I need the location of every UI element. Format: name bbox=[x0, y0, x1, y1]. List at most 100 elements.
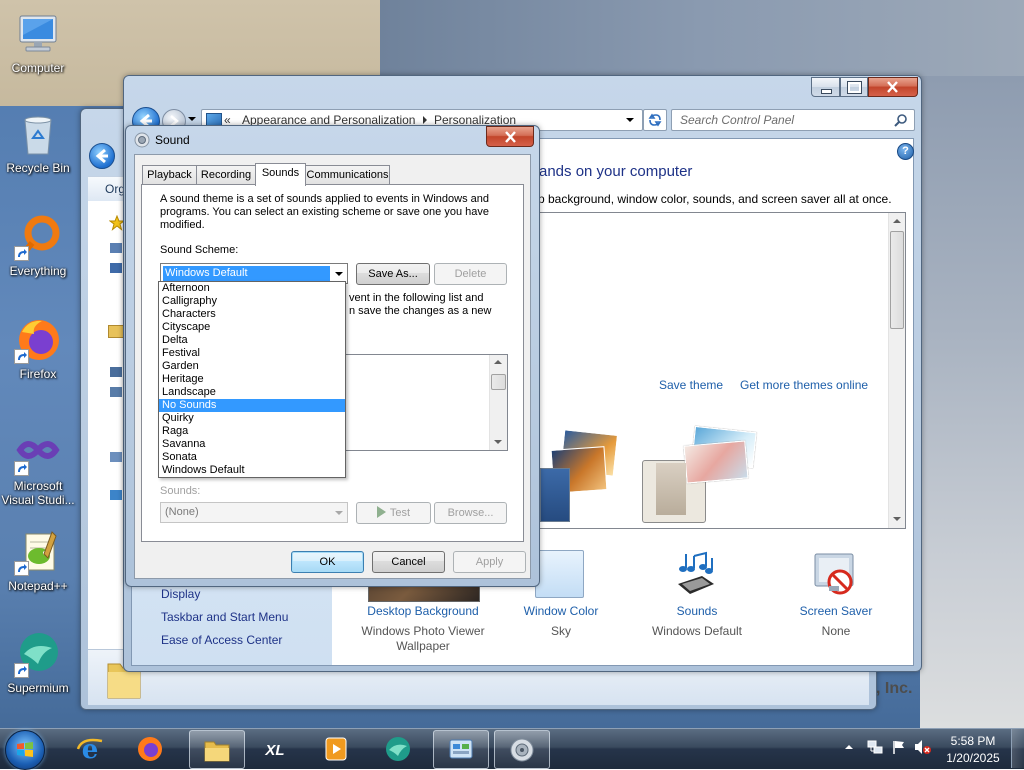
theme-list[interactable]: Save theme Get more themes online bbox=[537, 212, 906, 529]
scheme-option[interactable]: Savanna bbox=[159, 438, 345, 451]
wallpaper-region bbox=[380, 0, 1024, 76]
maximize-button[interactable] bbox=[840, 77, 868, 97]
see-also-display-link[interactable]: Display bbox=[161, 587, 200, 601]
apply-button[interactable]: Apply bbox=[453, 551, 526, 573]
desktop-icon-firefox[interactable]: Firefox bbox=[0, 316, 76, 381]
scroll-up-icon[interactable] bbox=[494, 360, 502, 364]
recent-pages-dropdown[interactable] bbox=[188, 117, 196, 121]
taskbar-file-explorer[interactable] bbox=[189, 730, 245, 769]
taskbar-sound[interactable] bbox=[494, 730, 550, 769]
network-icon[interactable] bbox=[867, 739, 883, 755]
scheme-option[interactable]: Calligraphy bbox=[159, 295, 345, 308]
scheme-option[interactable]: Cityscape bbox=[159, 321, 345, 334]
taskbar-xl-app[interactable]: XL bbox=[248, 730, 302, 767]
help-icon[interactable]: ? bbox=[897, 143, 914, 160]
library-item-icon[interactable] bbox=[110, 387, 122, 397]
scheme-option[interactable]: Raga bbox=[159, 425, 345, 438]
scrollbar-thumb[interactable] bbox=[890, 231, 904, 329]
scheme-option[interactable]: Windows Default bbox=[159, 464, 345, 477]
see-also-ease-of-access-link[interactable]: Ease of Access Center bbox=[161, 633, 282, 647]
start-button[interactable] bbox=[5, 730, 45, 770]
save-theme-link[interactable]: Save theme bbox=[659, 378, 723, 392]
scheme-option[interactable]: Garden bbox=[159, 360, 345, 373]
address-history-dropdown[interactable] bbox=[626, 118, 634, 122]
get-more-themes-link[interactable]: Get more themes online bbox=[740, 378, 868, 392]
tab-recording[interactable]: Recording bbox=[196, 165, 256, 185]
scheme-option[interactable]: Sonata bbox=[159, 451, 345, 464]
network-nav-icon[interactable] bbox=[110, 490, 122, 500]
scroll-down-icon[interactable] bbox=[494, 440, 502, 444]
scroll-down-icon[interactable] bbox=[893, 517, 901, 521]
sound-scheme-options-list[interactable]: Afternoon Calligraphy Characters Citysca… bbox=[158, 281, 346, 478]
window-color-icon[interactable] bbox=[535, 550, 584, 598]
scheme-option[interactable]: Afternoon bbox=[159, 282, 345, 295]
search-icon[interactable] bbox=[894, 113, 908, 127]
search-input[interactable]: Search Control Panel bbox=[680, 113, 794, 127]
desktop-icon-visual-studio[interactable]: Microsoft Visual Studi... bbox=[0, 428, 76, 507]
taskbar-firefox[interactable] bbox=[123, 730, 177, 767]
chevron-right-icon[interactable] bbox=[423, 116, 427, 124]
scheme-option[interactable]: Landscape bbox=[159, 386, 345, 399]
taskbar-media-player[interactable] bbox=[309, 730, 363, 767]
action-center-flag-icon[interactable] bbox=[891, 739, 907, 755]
desktop-nav-icon[interactable] bbox=[110, 243, 122, 253]
tab-playback[interactable]: Playback bbox=[142, 165, 197, 185]
minimize-button[interactable] bbox=[811, 77, 840, 97]
theme-thumbnail[interactable] bbox=[540, 428, 622, 524]
close-icon bbox=[887, 81, 898, 93]
computer-nav-icon[interactable] bbox=[110, 452, 122, 462]
cancel-button[interactable]: Cancel bbox=[372, 551, 445, 573]
refresh-button[interactable] bbox=[643, 109, 667, 131]
taskbar-supermium[interactable] bbox=[371, 730, 425, 767]
scheme-option[interactable]: Heritage bbox=[159, 373, 345, 386]
desktop-icon-everything[interactable]: Everything bbox=[0, 213, 76, 278]
show-desktop-button[interactable] bbox=[1011, 729, 1024, 768]
scheme-option[interactable]: Quirky bbox=[159, 412, 345, 425]
desktop-icon-recycle-bin[interactable]: Recycle Bin bbox=[0, 110, 76, 175]
ok-button[interactable]: OK bbox=[291, 551, 364, 573]
sounds-icon[interactable] bbox=[672, 550, 722, 600]
screen-saver-link[interactable]: Screen Saver bbox=[766, 604, 906, 618]
search-box[interactable]: Search Control Panel bbox=[671, 109, 915, 131]
organize-menu[interactable]: Org bbox=[105, 182, 125, 196]
scroll-up-icon[interactable] bbox=[893, 219, 901, 223]
libraries-folder-icon[interactable] bbox=[108, 325, 124, 338]
theme-list-scrollbar[interactable] bbox=[888, 213, 905, 528]
scheme-option[interactable]: Characters bbox=[159, 308, 345, 321]
save-as-button[interactable]: Save As... bbox=[356, 263, 430, 285]
desktop-icon-notepad-plus-plus[interactable]: Notepad++ bbox=[0, 528, 76, 593]
tab-communications[interactable]: Communications bbox=[305, 165, 390, 185]
close-button[interactable] bbox=[868, 77, 918, 97]
close-icon bbox=[505, 131, 516, 143]
library-item-icon[interactable] bbox=[110, 367, 122, 377]
dialog-close-button[interactable] bbox=[486, 126, 534, 147]
desktop-icon-computer[interactable]: Computer bbox=[0, 10, 76, 75]
theme-preview-image bbox=[656, 463, 686, 515]
speaker-muted-icon[interactable] bbox=[914, 739, 932, 755]
show-hidden-icons-button[interactable] bbox=[845, 745, 853, 749]
screen-saver-icon[interactable] bbox=[811, 550, 861, 600]
sounds-dropdown[interactable]: (None) bbox=[160, 502, 348, 523]
desktop-background-link[interactable]: Desktop Background bbox=[353, 604, 493, 618]
browse-button[interactable]: Browse... bbox=[434, 502, 507, 524]
desktop-icon-supermium[interactable]: Supermium bbox=[0, 630, 76, 695]
scheme-option[interactable]: Delta bbox=[159, 334, 345, 347]
scrollbar-thumb[interactable] bbox=[491, 374, 506, 390]
downloads-nav-icon[interactable] bbox=[110, 263, 122, 273]
taskbar-internet-explorer[interactable]: e bbox=[63, 730, 117, 767]
back-button[interactable] bbox=[89, 143, 115, 169]
taskbar-control-panel[interactable] bbox=[433, 730, 489, 769]
delete-button[interactable]: Delete bbox=[434, 263, 507, 285]
scheme-option-highlighted[interactable]: No Sounds bbox=[159, 399, 345, 412]
tab-sounds[interactable]: Sounds bbox=[255, 163, 306, 186]
sounds-link[interactable]: Sounds bbox=[627, 604, 767, 618]
dropdown-arrow[interactable] bbox=[331, 503, 347, 522]
firefox-icon bbox=[14, 316, 62, 364]
scheme-option[interactable]: Festival bbox=[159, 347, 345, 360]
clock-time[interactable]: 5:58 PM bbox=[944, 734, 1002, 748]
clock-date[interactable]: 1/20/2025 bbox=[944, 751, 1002, 765]
see-also-taskbar-link[interactable]: Taskbar and Start Menu bbox=[161, 610, 288, 624]
window-color-link[interactable]: Window Color bbox=[491, 604, 631, 618]
events-scrollbar[interactable] bbox=[489, 355, 507, 450]
test-button[interactable]: Test bbox=[356, 502, 431, 524]
